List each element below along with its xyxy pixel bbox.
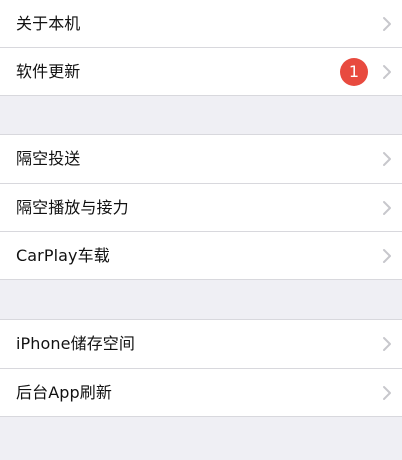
chevron-right-icon [383, 200, 391, 215]
general-group-top: 关于本机 软件更新 1 [0, 0, 402, 96]
settings-row-airplay-handoff[interactable]: 隔空播放与接力 [0, 183, 402, 231]
chevron-right-icon [383, 16, 391, 31]
section-gap [0, 417, 402, 460]
settings-row-about[interactable]: 关于本机 [0, 0, 402, 47]
settings-row-software-update[interactable]: 软件更新 1 [0, 47, 402, 95]
settings-row-label: 隔空投送 [16, 149, 81, 168]
settings-row-label: CarPlay车载 [16, 245, 110, 265]
settings-row-label: 隔空播放与接力 [16, 197, 129, 217]
chevron-right-icon [383, 385, 391, 400]
section-gap [0, 280, 402, 319]
settings-row-label: 软件更新 [16, 61, 81, 81]
settings-row-background-refresh[interactable]: 后台App刷新 [0, 368, 402, 416]
chevron-right-icon [383, 337, 391, 351]
settings-row-label: iPhone储存空间 [16, 334, 136, 353]
settings-row-airdrop[interactable]: 隔空投送 [0, 135, 402, 183]
settings-row-iphone-storage[interactable]: iPhone储存空间 [0, 320, 402, 368]
settings-row-carplay[interactable]: CarPlay车载 [0, 231, 402, 279]
settings-row-label: 后台App刷新 [16, 382, 112, 402]
settings-row-label: 关于本机 [16, 13, 81, 33]
section-gap [0, 96, 402, 134]
settings-screen: 关于本机 软件更新 1 隔空投送 隔空播放与接力 CarPlay车载 iPhon… [0, 0, 402, 460]
update-count-badge: 1 [340, 57, 368, 86]
chevron-right-icon [383, 64, 391, 79]
chevron-right-icon [383, 152, 391, 166]
storage-group: iPhone储存空间 后台App刷新 [0, 319, 402, 417]
connectivity-group: 隔空投送 隔空播放与接力 CarPlay车载 [0, 134, 402, 280]
chevron-right-icon [383, 248, 391, 263]
